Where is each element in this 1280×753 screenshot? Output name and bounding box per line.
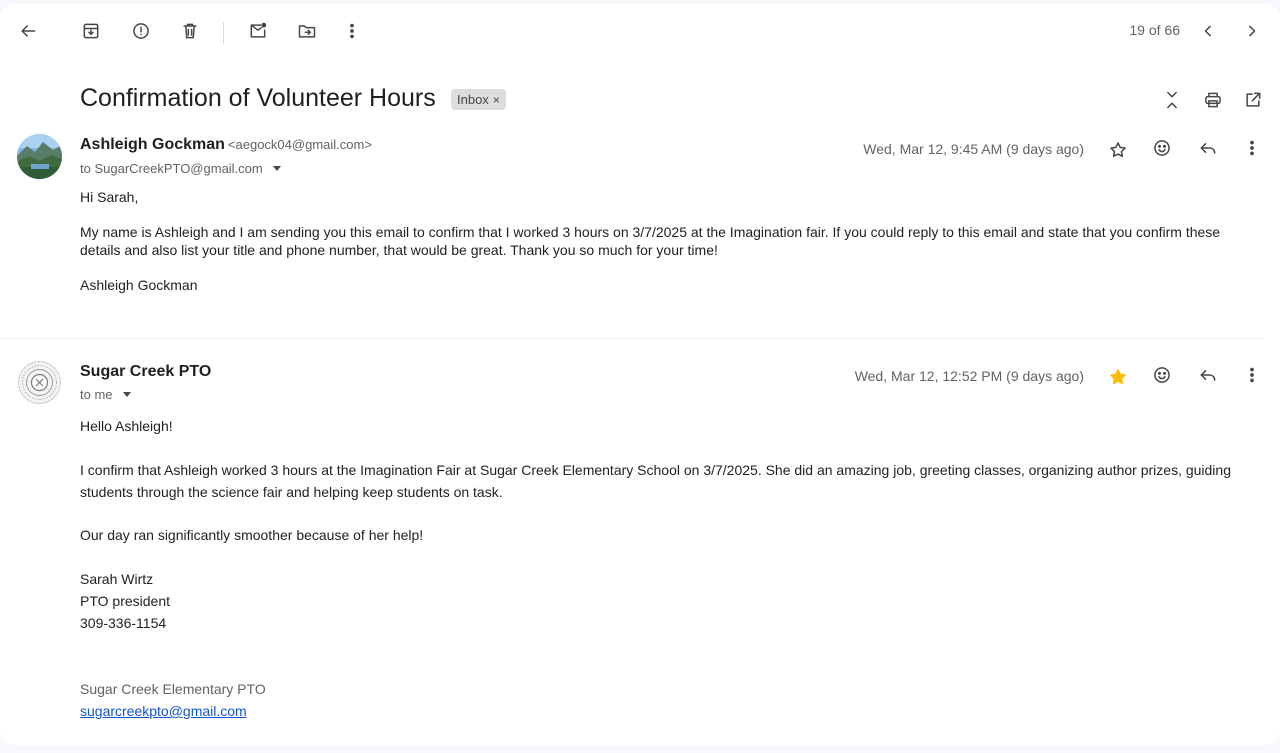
org-email-link[interactable]: sugarcreekpto@gmail.com	[80, 703, 247, 719]
newer-button[interactable]	[1190, 13, 1226, 49]
chevron-left-icon	[1204, 25, 1211, 37]
star-filled-icon	[1110, 369, 1126, 385]
more-options-button[interactable]	[334, 13, 370, 49]
emoji-react-button[interactable]	[1144, 357, 1180, 393]
message-divider	[0, 338, 1264, 339]
star-button[interactable]	[1100, 359, 1136, 395]
signature-phone: 309-336-1154	[80, 615, 167, 631]
avatar[interactable]	[18, 361, 61, 404]
body-paragraph: My name is Ashleigh and I am sending you…	[80, 224, 1221, 258]
label-text: Inbox	[457, 92, 489, 107]
recipient-details[interactable]: to SugarCreekPTO@gmail.com	[80, 161, 281, 176]
open-new-window-button[interactable]	[1235, 82, 1271, 118]
recipient-text: to me	[80, 387, 113, 402]
org-email-line: sugarcreekpto@gmail.com	[80, 700, 1250, 722]
star-outline-icon	[1110, 142, 1126, 158]
pto-logo-icon	[18, 361, 61, 404]
thread-subject: Confirmation of Volunteer Hours	[80, 84, 436, 112]
report-icon	[133, 23, 149, 39]
collapse-all-button[interactable]	[1154, 82, 1190, 118]
body-paragraph: I confirm that Ashleigh worked 3 hours a…	[80, 462, 1231, 500]
move-to-button[interactable]	[289, 13, 325, 49]
remove-label-icon[interactable]: ×	[493, 93, 500, 107]
arrow-left-icon	[21, 25, 36, 37]
reply-button[interactable]	[1190, 130, 1226, 166]
message-more-button[interactable]	[1234, 357, 1270, 393]
mark-unread-icon	[250, 22, 267, 38]
reply-icon	[1200, 143, 1216, 154]
message-more-button[interactable]	[1234, 130, 1270, 166]
emoji-icon	[1154, 367, 1170, 383]
move-folder-icon	[298, 25, 316, 38]
signature-name: Sarah Wirtz	[80, 571, 154, 587]
greeting: Hello Ashleigh!	[80, 418, 173, 434]
star-button[interactable]	[1100, 132, 1136, 168]
caret-down-icon	[122, 392, 131, 397]
caret-down-icon	[272, 166, 281, 171]
message-date: Wed, Mar 12, 12:52 PM (9 days ago)	[854, 368, 1084, 384]
emoji-icon	[1154, 140, 1170, 156]
report-spam-button[interactable]	[123, 13, 159, 49]
recipient-details[interactable]: to me	[80, 387, 131, 402]
body-paragraph-2: Our day ran significantly smoother becau…	[80, 527, 424, 543]
message-body: Hello Ashleigh! I confirm that Ashleigh …	[80, 415, 1250, 722]
sender-email: <aegock04@gmail.com>	[227, 137, 372, 152]
print-icon	[1205, 92, 1221, 108]
sender-name[interactable]: Ashleigh Gockman	[80, 136, 225, 153]
message-date: Wed, Mar 12, 9:45 AM (9 days ago)	[863, 141, 1084, 157]
older-button[interactable]	[1234, 13, 1270, 49]
pager-count: 19 of 66	[1129, 22, 1180, 38]
sender-line: Ashleigh Gockman <aegock04@gmail.com>	[80, 136, 372, 154]
chevron-right-icon	[1249, 25, 1256, 37]
org-name: Sugar Creek Elementary PTO	[80, 681, 266, 697]
toolbar: 19 of 66	[0, 4, 1280, 58]
back-button[interactable]	[10, 13, 46, 49]
reply-icon	[1200, 370, 1216, 381]
more-vert-icon	[350, 23, 354, 39]
mail-panel: 19 of 66 Confirmation of Volunteer Hours…	[0, 4, 1280, 745]
archive-icon	[83, 23, 99, 39]
message-body: Hi Sarah, My name is Ashleigh and I am s…	[80, 188, 1250, 294]
reply-button[interactable]	[1190, 357, 1226, 393]
archive-button[interactable]	[73, 13, 109, 49]
signature-title: PTO president	[80, 593, 171, 609]
inbox-label-chip[interactable]: Inbox ×	[451, 89, 506, 110]
more-vert-icon	[1250, 367, 1254, 383]
signoff: Ashleigh Gockman	[80, 277, 198, 293]
greeting: Hi Sarah,	[80, 189, 139, 205]
open-in-new-icon	[1246, 92, 1261, 107]
trash-icon	[183, 23, 197, 39]
collapse-all-icon	[1167, 91, 1177, 109]
delete-button[interactable]	[172, 13, 208, 49]
sender-name[interactable]: Sugar Creek PTO	[80, 363, 211, 380]
mark-unread-button[interactable]	[240, 13, 276, 49]
recipient-text: to SugarCreekPTO@gmail.com	[80, 161, 263, 176]
emoji-react-button[interactable]	[1144, 130, 1180, 166]
print-button[interactable]	[1195, 82, 1231, 118]
toolbar-divider	[223, 22, 224, 44]
more-vert-icon	[1250, 140, 1254, 156]
avatar[interactable]	[17, 134, 62, 179]
sender-line: Sugar Creek PTO	[80, 363, 211, 381]
landscape-avatar-icon	[17, 134, 62, 179]
